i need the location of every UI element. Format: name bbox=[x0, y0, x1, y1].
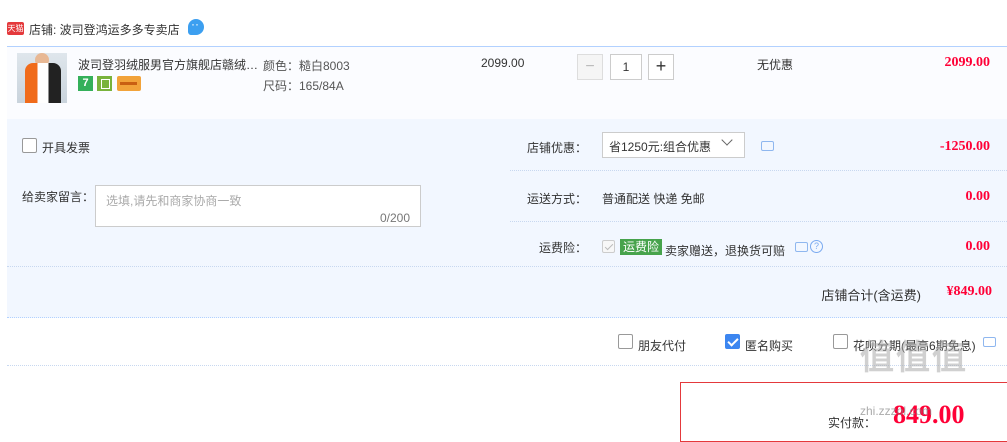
shop-total-label: 店铺合计(含运费) bbox=[821, 288, 921, 303]
message-icon[interactable] bbox=[761, 141, 774, 151]
insurance-desc: 卖家赠送，退换货可赔 bbox=[665, 244, 786, 258]
sku-color: 颜色：糙白8003 bbox=[263, 59, 350, 73]
insurance-amount: 0.00 bbox=[965, 239, 991, 254]
help-icon[interactable]: ? bbox=[810, 240, 823, 253]
seven-day-return-icon: 7 bbox=[78, 76, 93, 91]
memo-placeholder: 选填,请先和商家协商一致 bbox=[106, 194, 242, 208]
tmall-badge: 天猫 bbox=[7, 22, 24, 35]
memo-char-count: 0/200 bbox=[380, 211, 411, 225]
shop-discount-value: -1250.00 bbox=[939, 139, 990, 154]
insurance-tag: 运费险 bbox=[620, 239, 663, 255]
shop-name[interactable]: 店铺: 波司登鸿运多多专卖店 bbox=[29, 21, 180, 38]
shipping-method: 普通配送 快递 免邮 bbox=[602, 192, 705, 206]
watermark-logo: 值值值 bbox=[860, 339, 968, 377]
sku-size: 尺码：165/84A bbox=[263, 79, 344, 93]
item-line-total: 2099.00 bbox=[944, 55, 991, 70]
shipping-amount: 0.00 bbox=[965, 189, 991, 204]
invoice-checkbox[interactable] bbox=[22, 138, 37, 153]
shipping-label: 运送方式： bbox=[527, 192, 588, 206]
card-icon bbox=[117, 76, 141, 91]
message-icon[interactable] bbox=[983, 337, 996, 347]
quantity-increase-button[interactable]: + bbox=[648, 54, 674, 80]
watermark-url: zhi.zzzol.com bbox=[860, 404, 933, 418]
memo-label: 给卖家留言： bbox=[22, 190, 95, 204]
insurance-checkbox bbox=[602, 240, 615, 253]
product-sku: 颜色：糙白8003 尺码：165/84A bbox=[263, 56, 350, 96]
message-icon[interactable] bbox=[795, 242, 808, 252]
quantity-decrease-button[interactable]: − bbox=[577, 54, 603, 80]
shop-discount-selected: 省1250元:组合优惠 bbox=[609, 140, 712, 154]
quantity-input[interactable]: 1 bbox=[610, 54, 642, 80]
anonymous-checkbox[interactable] bbox=[725, 334, 740, 349]
order-item-row: 波司登羽绒服男官方旗舰店赣绒… 7 颜色：糙白8003 尺码：165/84A 2… bbox=[7, 46, 1007, 120]
chat-bubble-icon[interactable] bbox=[188, 17, 204, 35]
product-title-link[interactable]: 波司登羽绒服男官方旗舰店赣绒… bbox=[78, 56, 258, 73]
item-promo: 无优惠 bbox=[757, 58, 794, 72]
shop-total-value: ¥849.00 bbox=[946, 284, 993, 299]
box-icon bbox=[97, 76, 112, 91]
product-thumbnail[interactable] bbox=[17, 53, 67, 103]
anonymous-label: 匿名购买 bbox=[745, 339, 794, 353]
shop-discount-label: 店铺优惠： bbox=[527, 141, 588, 155]
divider bbox=[7, 365, 1007, 366]
divider bbox=[7, 266, 1007, 267]
divider bbox=[510, 221, 1007, 222]
huabei-checkbox[interactable] bbox=[833, 334, 848, 349]
invoice-label: 开具发票 bbox=[42, 141, 91, 155]
insurance-label: 运费险： bbox=[539, 241, 588, 255]
friend-pay-label: 朋友代付 bbox=[638, 339, 687, 353]
unit-price: 2099.00 bbox=[481, 56, 525, 70]
friend-pay-checkbox[interactable] bbox=[618, 334, 633, 349]
divider bbox=[510, 170, 1007, 171]
